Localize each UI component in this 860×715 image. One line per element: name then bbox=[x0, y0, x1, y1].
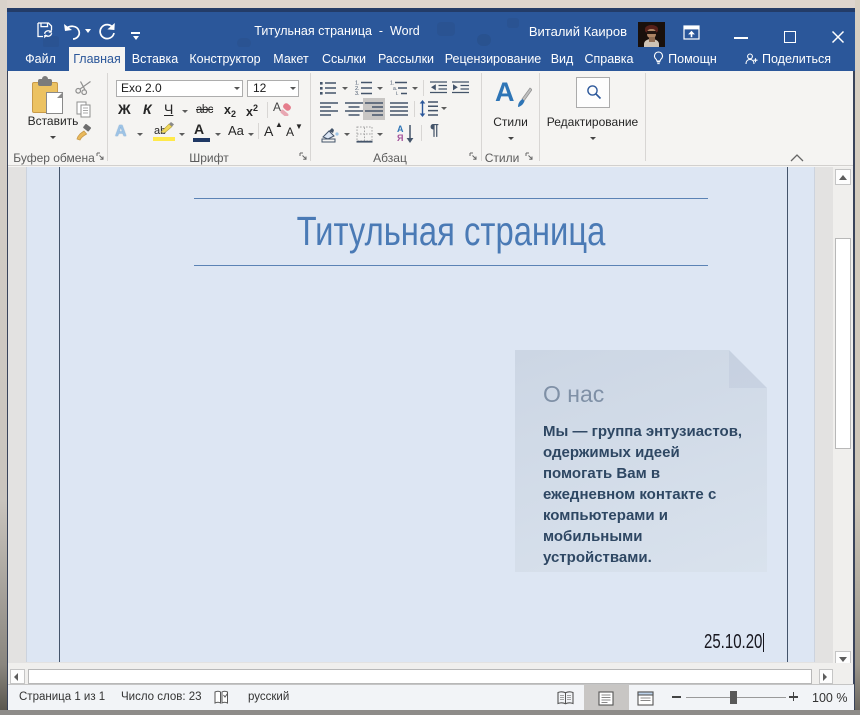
svg-text:i.: i. bbox=[396, 91, 399, 95]
svg-text:3.: 3. bbox=[355, 91, 360, 95]
